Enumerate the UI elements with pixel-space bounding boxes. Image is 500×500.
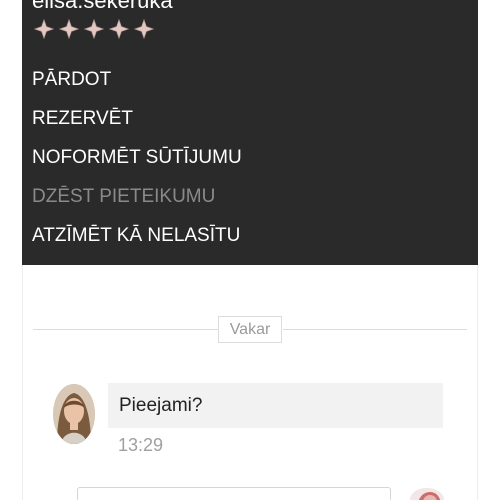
message-timestamp: 13:29 — [118, 435, 164, 455]
menu-item-reserve[interactable]: REZERVĒT — [32, 97, 242, 136]
star-icon — [133, 18, 155, 40]
message-bubble[interactable]: Pieejami? — [108, 383, 443, 428]
username[interactable]: elisa.sekeruka — [32, 0, 173, 12]
context-menu: elisa.sekeruka PĀRDOT REZERVĒT NOFORMĒT … — [22, 0, 478, 265]
message-screen: elisa.sekeruka PĀRDOT REZERVĒT NOFORMĒT … — [0, 0, 500, 500]
sender-avatar[interactable] — [53, 384, 95, 444]
star-icon — [33, 18, 55, 40]
message-input[interactable] — [77, 487, 391, 500]
rating-stars — [32, 18, 156, 40]
date-divider-left — [33, 329, 218, 330]
user-avatar-image — [53, 384, 95, 444]
star-icon — [83, 18, 105, 40]
menu-item-mark-unread[interactable]: ATZĪMĒT KĀ NELASĪTU — [32, 214, 242, 253]
star-icon — [108, 18, 130, 40]
menu-items: PĀRDOT REZERVĒT NOFORMĒT SŪTĪJUMU DZĒST … — [32, 58, 242, 253]
menu-item-delete-request: DZĒST PIETEIKUMU — [32, 186, 216, 207]
star-icon — [58, 18, 80, 40]
menu-item-arrange-shipment[interactable]: NOFORMĒT SŪTĪJUMU — [32, 136, 242, 175]
date-divider-right — [283, 329, 467, 330]
date-separator: Vakar — [218, 316, 282, 343]
menu-item-sell[interactable]: PĀRDOT — [32, 58, 242, 97]
message-text: Pieejami? — [119, 395, 203, 416]
